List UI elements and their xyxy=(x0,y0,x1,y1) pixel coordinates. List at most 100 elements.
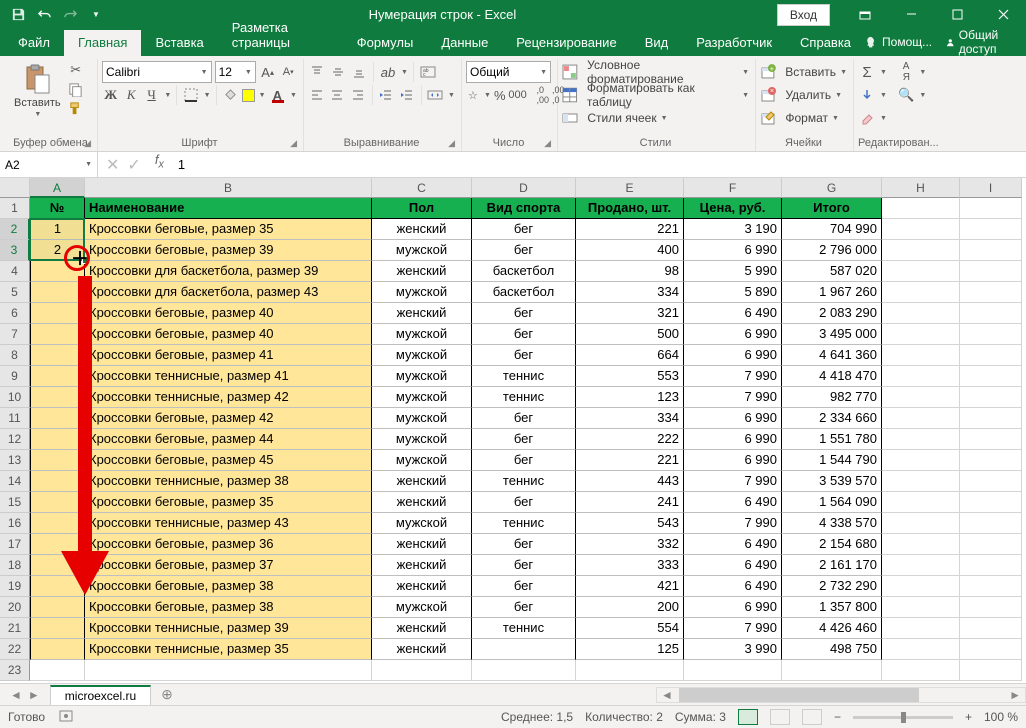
header-cell[interactable]: Вид спорта xyxy=(472,198,576,219)
column-header-G[interactable]: G xyxy=(782,178,882,198)
font-size-select[interactable]: 12▼ xyxy=(215,61,256,83)
cell[interactable]: мужской xyxy=(372,345,472,366)
cell[interactable]: 334 xyxy=(576,282,684,303)
cell[interactable]: 98 xyxy=(576,261,684,282)
align-center-icon[interactable] xyxy=(329,86,347,104)
cell[interactable] xyxy=(30,597,85,618)
cell[interactable] xyxy=(85,660,372,681)
cell[interactable] xyxy=(882,555,960,576)
cell[interactable]: бег xyxy=(472,408,576,429)
new-sheet-icon[interactable]: ⊕ xyxy=(151,686,183,703)
fx-icon[interactable]: fx xyxy=(149,152,170,177)
cell[interactable]: Кроссовки беговые, размер 42 xyxy=(85,408,372,429)
cell[interactable]: Кроссовки беговые, размер 45 xyxy=(85,450,372,471)
cell[interactable] xyxy=(30,387,85,408)
cell[interactable]: мужской xyxy=(372,408,472,429)
column-header-F[interactable]: F xyxy=(684,178,782,198)
cell[interactable]: теннис xyxy=(472,366,576,387)
cell[interactable]: 5 890 xyxy=(684,282,782,303)
row-header[interactable]: 1 xyxy=(0,198,30,219)
row-header[interactable]: 21 xyxy=(0,618,30,639)
qat-customize-icon[interactable]: ▼ xyxy=(84,3,108,27)
cell[interactable]: Кроссовки беговые, размер 41 xyxy=(85,345,372,366)
cell[interactable] xyxy=(960,492,1022,513)
row-header[interactable]: 2 xyxy=(0,219,30,240)
row-header[interactable]: 14 xyxy=(0,471,30,492)
row-header[interactable]: 6 xyxy=(0,303,30,324)
cell[interactable] xyxy=(960,219,1022,240)
row-header[interactable]: 3 xyxy=(0,240,30,261)
cell[interactable] xyxy=(30,345,85,366)
undo-icon[interactable] xyxy=(32,3,56,27)
cell[interactable]: 7 990 xyxy=(684,471,782,492)
header-cell[interactable]: Наименование xyxy=(85,198,372,219)
cell[interactable] xyxy=(30,639,85,660)
cell[interactable] xyxy=(960,324,1022,345)
cell[interactable] xyxy=(960,429,1022,450)
cell[interactable] xyxy=(882,639,960,660)
tab-home[interactable]: Главная xyxy=(64,30,141,56)
redo-icon[interactable] xyxy=(58,3,82,27)
header-cell[interactable]: Итого xyxy=(782,198,882,219)
cell[interactable]: Кроссовки теннисные, размер 35 xyxy=(85,639,372,660)
cell[interactable]: 2 154 680 xyxy=(782,534,882,555)
conditional-formatting-button[interactable]: Условное форматирование▼ xyxy=(562,61,749,83)
cell[interactable]: Кроссовки беговые, размер 35 xyxy=(85,219,372,240)
login-button[interactable]: Вход xyxy=(777,4,830,26)
decrease-font-icon[interactable]: A▾ xyxy=(279,63,297,81)
cell[interactable] xyxy=(882,660,960,681)
cell[interactable] xyxy=(472,639,576,660)
tab-data[interactable]: Данные xyxy=(427,30,502,56)
cell[interactable]: 2 334 660 xyxy=(782,408,882,429)
insert-cells-button[interactable]: + Вставить▼ xyxy=(760,61,847,83)
column-header-C[interactable]: C xyxy=(372,178,472,198)
cell[interactable]: Кроссовки беговые, размер 40 xyxy=(85,324,372,345)
cell[interactable]: 3 190 xyxy=(684,219,782,240)
cell[interactable] xyxy=(30,408,85,429)
cell[interactable] xyxy=(882,429,960,450)
cell[interactable]: 1 551 780 xyxy=(782,429,882,450)
tab-developer[interactable]: Разработчик xyxy=(682,30,786,56)
cell[interactable] xyxy=(960,471,1022,492)
cell[interactable]: бег xyxy=(472,576,576,597)
cell[interactable]: бег xyxy=(472,240,576,261)
header-cell[interactable]: Пол xyxy=(372,198,472,219)
fill-color-icon[interactable] xyxy=(222,86,239,104)
increase-font-icon[interactable]: A▴ xyxy=(259,63,277,81)
format-painter-icon[interactable] xyxy=(67,99,85,117)
sort-filter-icon[interactable]: AЯ xyxy=(897,63,915,81)
font-color-icon[interactable]: A xyxy=(269,86,286,104)
cell[interactable]: 6 490 xyxy=(684,576,782,597)
cell[interactable]: 554 xyxy=(576,618,684,639)
cell[interactable] xyxy=(960,282,1022,303)
zoom-level[interactable]: 100 % xyxy=(984,710,1018,724)
cell[interactable]: бег xyxy=(472,597,576,618)
cell[interactable]: 4 641 360 xyxy=(782,345,882,366)
worksheet-grid[interactable]: ABCDEFGHI 123456789101112131415161718192… xyxy=(0,178,1026,683)
cell[interactable]: 6 990 xyxy=(684,408,782,429)
cell[interactable]: женский xyxy=(372,219,472,240)
cell[interactable]: 1 xyxy=(30,219,85,240)
cell[interactable] xyxy=(882,534,960,555)
increase-indent-icon[interactable] xyxy=(398,86,416,104)
cell[interactable] xyxy=(882,471,960,492)
cell[interactable]: 1 564 090 xyxy=(782,492,882,513)
cell[interactable]: бег xyxy=(472,492,576,513)
cell[interactable]: 498 750 xyxy=(782,639,882,660)
row-header[interactable]: 7 xyxy=(0,324,30,345)
cell[interactable] xyxy=(30,618,85,639)
align-middle-icon[interactable] xyxy=(329,63,347,81)
cell[interactable] xyxy=(960,618,1022,639)
dialog-launcher-icon[interactable]: ◢ xyxy=(448,138,455,149)
cell[interactable]: бег xyxy=(472,450,576,471)
cell[interactable]: 6 990 xyxy=(684,450,782,471)
cell[interactable] xyxy=(30,492,85,513)
cell[interactable]: женский xyxy=(372,471,472,492)
formula-input[interactable]: 1 xyxy=(170,152,1026,177)
row-header[interactable]: 4 xyxy=(0,261,30,282)
cell[interactable]: теннис xyxy=(472,471,576,492)
cell[interactable]: теннис xyxy=(472,387,576,408)
cell[interactable]: мужской xyxy=(372,366,472,387)
header-cell[interactable]: Цена, руб. xyxy=(684,198,782,219)
page-layout-view-icon[interactable] xyxy=(770,709,790,725)
